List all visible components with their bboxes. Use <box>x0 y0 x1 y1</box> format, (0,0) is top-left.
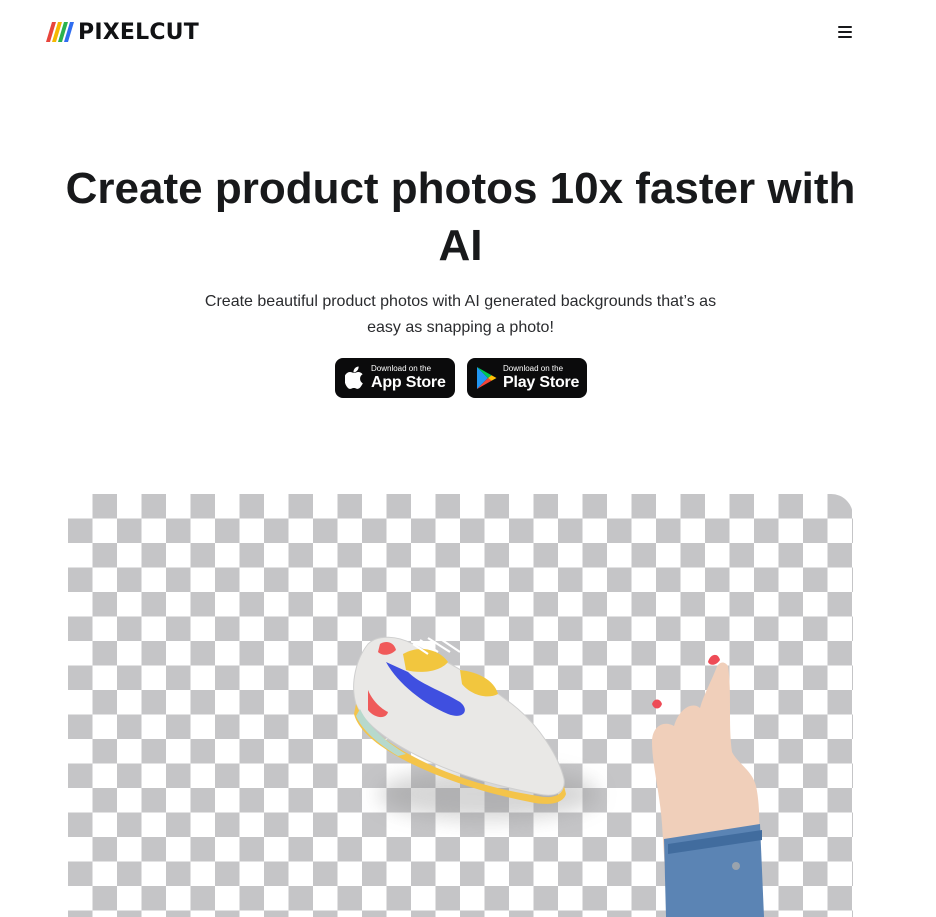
pixelcut-logo[interactable]: PIXELCUT <box>46 19 199 45</box>
sneaker-image <box>353 635 598 820</box>
play-store-label: Play Store <box>503 374 580 391</box>
hero-subtitle: Create beautiful product photos with AI … <box>204 293 717 336</box>
play-store-button[interactable]: Download on the Play Store <box>467 358 587 398</box>
pointing-hand-image <box>652 654 764 917</box>
app-store-button[interactable]: Download on the App Store <box>335 358 455 398</box>
hamburger-menu-button[interactable] <box>835 22 855 42</box>
page: PIXELCUT Create product photos 10x faste… <box>0 0 921 917</box>
google-play-icon <box>475 366 499 390</box>
play-store-small-label: Download on the <box>503 364 564 373</box>
hero-title: Create product photos 10x faster with AI <box>65 164 856 270</box>
logo-text: PIXELCUT <box>78 19 199 45</box>
showcase-illustration <box>353 635 764 917</box>
apple-icon <box>343 366 367 390</box>
pixelcut-logo-mark-icon <box>46 22 74 42</box>
hamburger-menu-icon <box>838 26 852 38</box>
site-header: PIXELCUT <box>0 0 921 64</box>
product-showcase <box>68 494 853 917</box>
app-store-label: App Store <box>371 374 446 391</box>
app-store-small-label: Download on the <box>371 364 432 373</box>
store-buttons: Download on the App Store Download on th… <box>335 358 587 398</box>
